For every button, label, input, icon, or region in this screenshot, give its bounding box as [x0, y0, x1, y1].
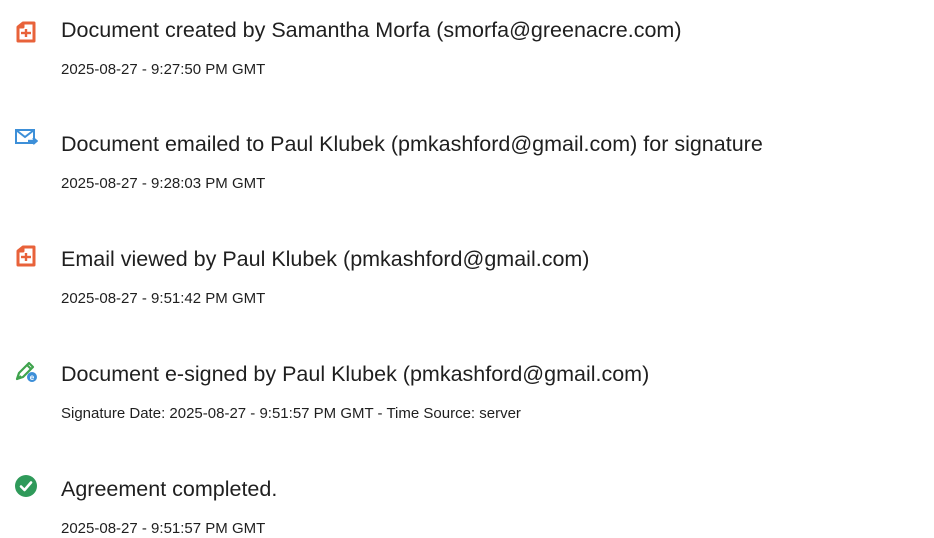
event-timestamp: Signature Date: 2025-08-27 - 9:51:57 PM …	[61, 405, 521, 422]
event-timestamp: 2025-08-27 - 9:51:42 PM GMT	[61, 290, 266, 307]
event-title: Document e-signed by Paul Klubek (pmkash…	[61, 362, 650, 386]
esign-pen-icon: e	[14, 359, 38, 383]
event-timestamp: 2025-08-27 - 9:27:50 PM GMT	[61, 61, 266, 78]
event-title: Email viewed by Paul Klubek (pmkashford@…	[61, 247, 590, 271]
event-title: Agreement completed.	[61, 477, 278, 501]
event-title: Document created by Samantha Morfa (smor…	[61, 18, 682, 42]
document-icon	[14, 20, 38, 44]
email-send-icon	[14, 126, 38, 150]
event-title: Document emailed to Paul Klubek (pmkashf…	[61, 132, 763, 156]
svg-text:e: e	[30, 373, 35, 382]
event-timestamp: 2025-08-27 - 9:28:03 PM GMT	[61, 175, 266, 192]
check-circle-icon	[14, 474, 38, 498]
event-timestamp: 2025-08-27 - 9:51:57 PM GMT	[61, 520, 266, 537]
document-icon	[14, 244, 38, 268]
